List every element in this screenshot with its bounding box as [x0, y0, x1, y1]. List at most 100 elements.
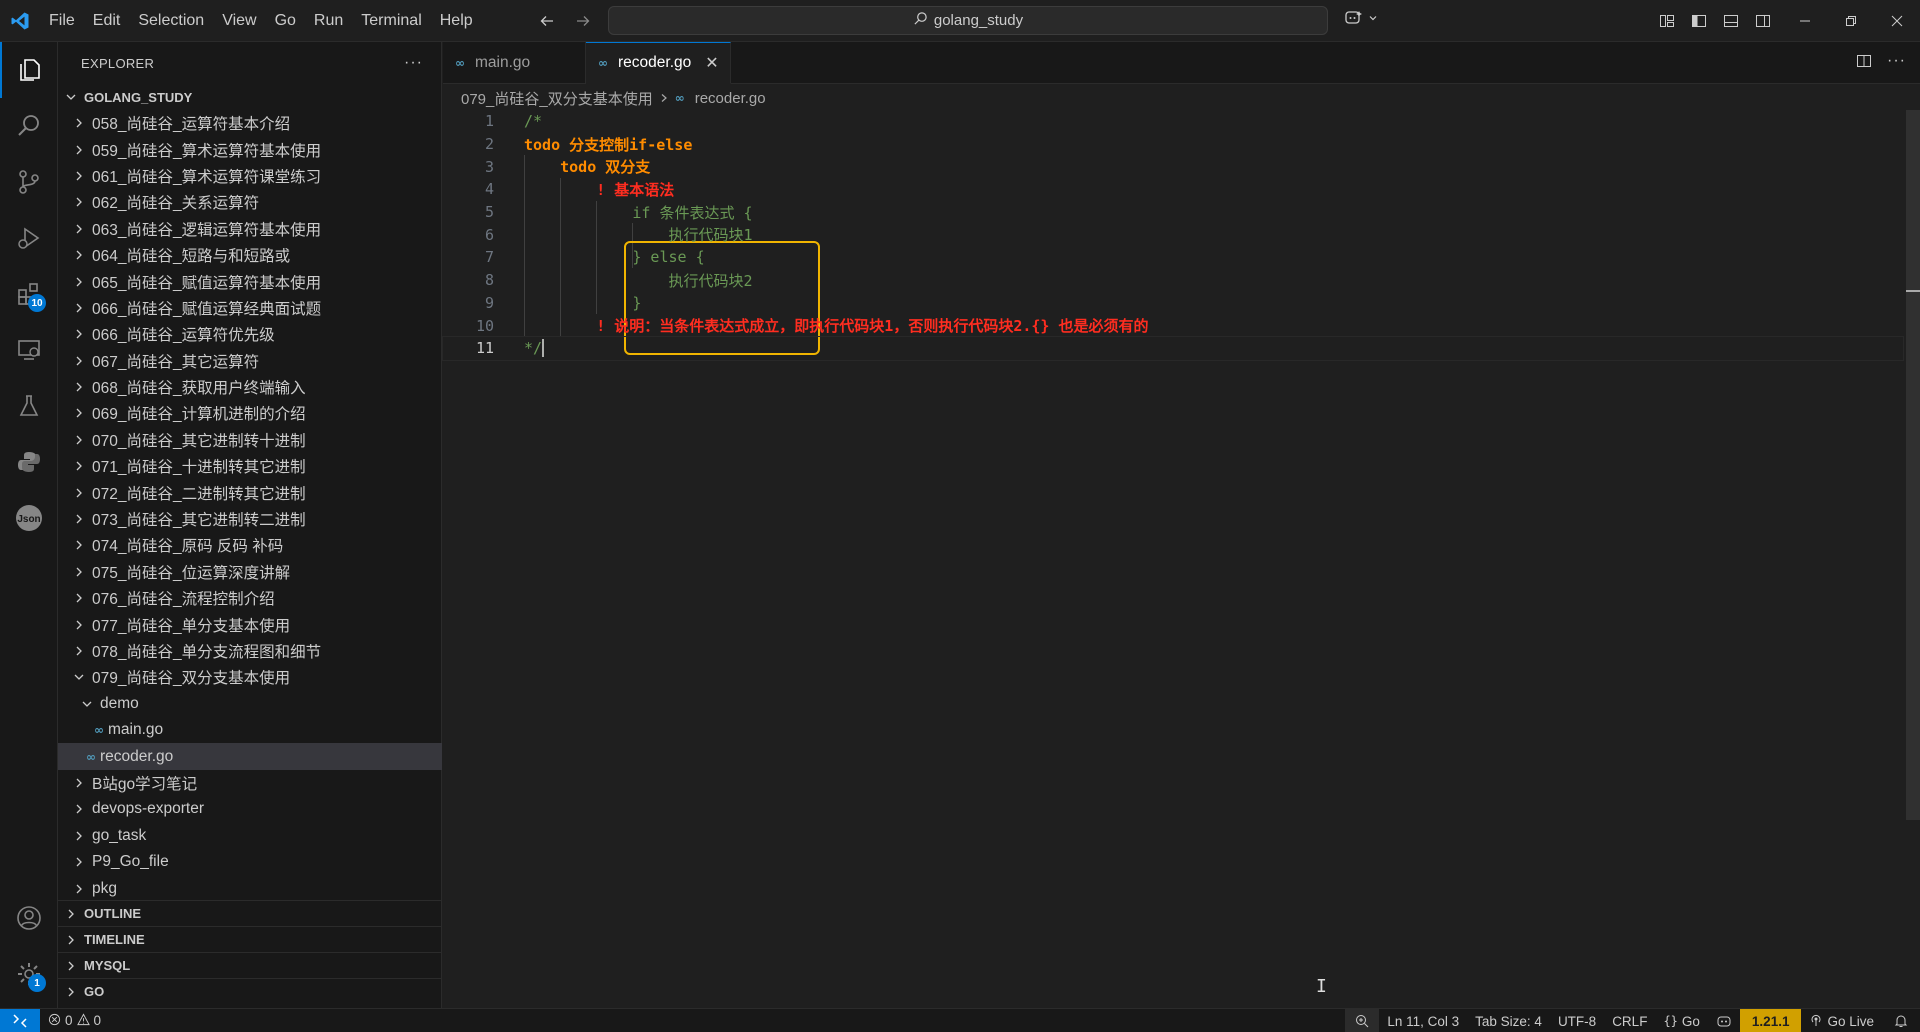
json-icon[interactable]: Json — [0, 490, 58, 546]
explorer-sidebar: EXPLORER ··· GOLANG_STUDY 058_尚硅谷_运算符基本介… — [58, 42, 442, 1008]
remote-indicator-icon[interactable] — [0, 1008, 40, 1032]
section-outline[interactable]: OUTLINE — [58, 900, 442, 926]
tree-folder-item[interactable]: go_task — [58, 823, 442, 849]
tree-file-item[interactable]: ∞ recoder.go — [58, 743, 442, 770]
forward-arrow-icon[interactable] — [570, 8, 596, 34]
tree-folder-item[interactable]: 077_尚硅谷_单分支基本使用 — [58, 611, 442, 637]
tree-folder-item[interactable]: devops-exporter — [58, 796, 442, 822]
tree-folder-item[interactable]: P9_Go_file — [58, 849, 442, 875]
copilot-status-icon[interactable] — [1708, 1009, 1740, 1032]
tree-folder-item[interactable]: 072_尚硅谷_二进制转其它进制 — [58, 479, 442, 505]
minimize-icon[interactable] — [1782, 0, 1828, 42]
command-center-search[interactable]: golang_study — [608, 6, 1328, 35]
tab-main-go[interactable]: ∞ main.go — [443, 42, 586, 84]
toggle-secondary-sidebar-icon[interactable] — [1752, 10, 1774, 32]
split-editor-icon[interactable] — [1855, 52, 1873, 74]
explorer-icon[interactable] — [0, 42, 58, 98]
go-live-button[interactable]: Go Live — [1801, 1009, 1882, 1032]
tree-folder-item[interactable]: demo — [58, 691, 442, 717]
tree-folder-item[interactable]: 070_尚硅谷_其它进制转十进制 — [58, 427, 442, 453]
vertical-scrollbar[interactable] — [1906, 110, 1920, 820]
tree-folder-item[interactable]: 076_尚硅谷_流程控制介绍 — [58, 585, 442, 611]
tree-item-label: 065_尚硅谷_赋值运算符基本使用 — [92, 274, 322, 292]
tree-folder-item[interactable]: 073_尚硅谷_其它进制转二进制 — [58, 506, 442, 532]
chevron-right-icon — [64, 960, 78, 972]
restore-icon[interactable] — [1828, 0, 1874, 42]
tree-file-item[interactable]: ∞ main.go — [58, 717, 442, 743]
toggle-panel-icon[interactable] — [1720, 10, 1742, 32]
tree-folder-item[interactable]: 058_尚硅谷_运算符基本介绍 — [58, 110, 442, 136]
tree-item-label: 079_尚硅谷_双分支基本使用 — [92, 670, 291, 688]
copilot-menu-button[interactable] — [1344, 8, 1378, 28]
section-mysql[interactable]: MYSQL — [58, 952, 442, 978]
menu-view[interactable]: View — [213, 0, 265, 42]
run-debug-icon[interactable] — [0, 210, 58, 266]
tree-folder-item[interactable]: 067_尚硅谷_其它运算符 — [58, 348, 442, 374]
section-timeline[interactable]: TIMELINE — [58, 926, 442, 952]
extensions-icon[interactable]: 10 — [0, 266, 58, 322]
chevron-right-icon — [72, 407, 86, 419]
tree-folder-item[interactable]: 066_尚硅谷_赋值运算经典面试题 — [58, 295, 442, 321]
tree-item-label: 074_尚硅谷_原码 反码 补码 — [92, 538, 284, 556]
menu-go[interactable]: Go — [266, 0, 305, 42]
tab-size[interactable]: Tab Size: 4 — [1467, 1009, 1550, 1032]
code-editor[interactable]: 1/* 2 todo 分支控制if-else 3 todo 双分支 4 ! 基本语法 5 … — [442, 110, 1904, 361]
tree-folder-item[interactable]: 061_尚硅谷_算术运算符课堂练习 — [58, 163, 442, 189]
encoding[interactable]: UTF-8 — [1550, 1009, 1604, 1032]
extensions-badge: 10 — [28, 294, 46, 312]
tree-folder-item[interactable]: pkg — [58, 875, 442, 901]
tree-folder-item[interactable]: 071_尚硅谷_十进制转其它进制 — [58, 453, 442, 479]
tree-folder-item[interactable]: 065_尚硅谷_赋值运算符基本使用 — [58, 268, 442, 294]
cursor-position[interactable]: Ln 11, Col 3 — [1379, 1009, 1467, 1032]
tree-folder-item[interactable]: 074_尚硅谷_原码 反码 补码 — [58, 532, 442, 558]
section-label: GO — [84, 984, 105, 999]
breadcrumb-file[interactable]: recoder.go — [695, 90, 766, 107]
search-icon[interactable] — [0, 98, 58, 154]
tree-folder-item[interactable]: 062_尚硅谷_关系运算符 — [58, 189, 442, 215]
tree-item-label: 066_尚硅谷_赋值运算经典面试题 — [92, 300, 322, 318]
menu-selection[interactable]: Selection — [129, 0, 213, 42]
section-go[interactable]: GO — [58, 978, 442, 1004]
zoom-icon[interactable] — [1345, 1009, 1380, 1032]
python-icon[interactable] — [0, 434, 58, 490]
tree-folder-item[interactable]: 069_尚硅谷_计算机进制的介绍 — [58, 400, 442, 426]
bell-icon[interactable] — [1882, 1009, 1920, 1032]
tree-folder-item[interactable]: 075_尚硅谷_位运算深度讲解 — [58, 559, 442, 585]
menu-help[interactable]: Help — [431, 0, 482, 42]
tree-folder-item[interactable]: 068_尚硅谷_获取用户终端输入 — [58, 374, 442, 400]
source-control-icon[interactable] — [0, 154, 58, 210]
remote-explorer-icon[interactable] — [0, 322, 58, 378]
tree-item-label: 066_尚硅谷_运算符优先级 — [92, 327, 275, 345]
tab-recoder-go[interactable]: ∞ recoder.go ✕ — [586, 42, 731, 84]
close-icon[interactable]: ✕ — [705, 53, 718, 73]
tree-folder-item[interactable]: 079_尚硅谷_双分支基本使用 — [58, 664, 442, 690]
line-number: 10 — [475, 316, 494, 335]
code-line: 5 if 条件表达式 { — [443, 201, 1903, 224]
tree-folder-item[interactable]: 066_尚硅谷_运算符优先级 — [58, 321, 442, 347]
menu-file[interactable]: File — [40, 0, 84, 42]
menu-run[interactable]: Run — [305, 0, 352, 42]
back-arrow-icon[interactable] — [534, 8, 560, 34]
go-version-badge[interactable]: 1.21.1 — [1739, 1009, 1802, 1032]
manage-gear-icon[interactable]: 1 — [0, 946, 58, 1002]
toggle-primary-sidebar-icon[interactable] — [1688, 10, 1710, 32]
tree-folder-item[interactable]: 059_尚硅谷_算术运算符基本使用 — [58, 136, 442, 162]
customize-layout-icon[interactable] — [1656, 10, 1678, 32]
menu-terminal[interactable]: Terminal — [352, 0, 430, 42]
breadcrumb-folder[interactable]: 079_尚硅谷_双分支基本使用 — [461, 88, 653, 109]
account-icon[interactable] — [0, 890, 58, 946]
close-window-icon[interactable] — [1874, 0, 1920, 42]
menu-edit[interactable]: Edit — [84, 0, 130, 42]
testing-icon[interactable] — [0, 378, 58, 434]
language-mode[interactable]: {} Go — [1655, 1009, 1707, 1032]
workspace-root[interactable]: GOLANG_STUDY — [58, 84, 441, 110]
tree-folder-item[interactable]: 063_尚硅谷_逻辑运算符基本使用 — [58, 216, 442, 242]
tree-folder-item[interactable]: B站go学习笔记 — [58, 770, 442, 796]
tree-folder-item[interactable]: 078_尚硅谷_单分支流程图和细节 — [58, 638, 442, 664]
more-actions-icon[interactable]: ··· — [404, 54, 423, 72]
end-of-line[interactable]: CRLF — [1604, 1009, 1655, 1032]
tree-folder-item[interactable]: 064_尚硅谷_短路与和短路或 — [58, 242, 442, 268]
problems-indicator[interactable]: 0 0 — [40, 1009, 109, 1032]
more-actions-icon[interactable]: ··· — [1887, 52, 1906, 74]
code-line: 3 todo 双分支 — [443, 155, 1903, 178]
